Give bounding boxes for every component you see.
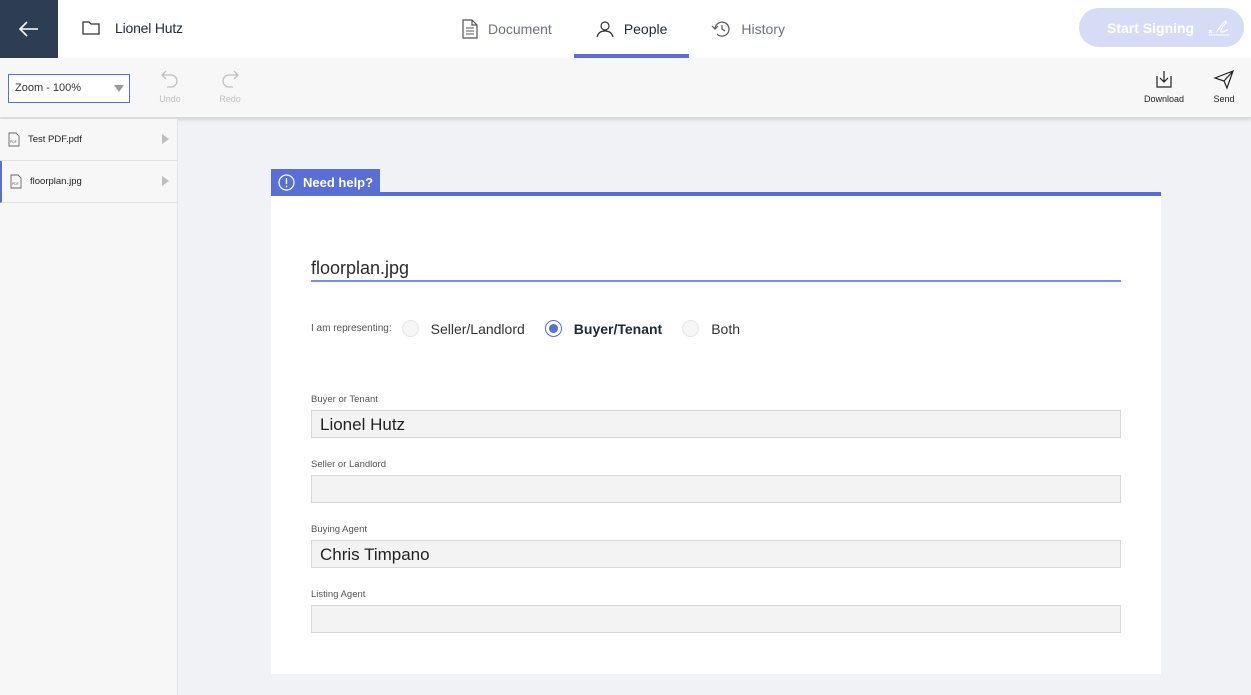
start-signing-label: Start Signing bbox=[1107, 19, 1195, 36]
buyer-tenant-label: Buyer or Tenant bbox=[311, 394, 378, 405]
help-label: Need help? bbox=[303, 174, 374, 190]
representing-group: I am representing: Seller/Landlord Buyer… bbox=[311, 320, 760, 337]
option-seller-landlord-label: Seller/Landlord bbox=[430, 320, 525, 337]
person-icon bbox=[596, 21, 614, 38]
tab-people[interactable]: People bbox=[573, 0, 690, 58]
redo-button[interactable]: Redo bbox=[205, 68, 255, 104]
download-icon bbox=[1156, 71, 1172, 88]
main-tabs: Document People History bbox=[440, 0, 807, 58]
radio-seller-landlord[interactable] bbox=[401, 320, 419, 337]
back-button[interactable] bbox=[0, 0, 58, 58]
document-name-input[interactable]: floorplan.jpg bbox=[311, 258, 1121, 282]
zoom-value: Zoom - 100% bbox=[15, 82, 82, 94]
chevron-down-icon bbox=[114, 85, 124, 92]
buying-agent-field[interactable]: Chris Timpano bbox=[311, 540, 1121, 568]
project-title: Lionel Hutz bbox=[115, 20, 183, 36]
option-buyer-tenant-label: Buyer/Tenant bbox=[573, 320, 663, 337]
document-icon bbox=[462, 19, 478, 39]
pdf-file-icon: PDF bbox=[10, 174, 22, 189]
file-name: Test PDF.pdf bbox=[28, 134, 82, 145]
tab-history-label: History bbox=[741, 21, 785, 37]
tab-history[interactable]: History bbox=[689, 0, 807, 58]
undo-button[interactable]: Undo bbox=[145, 68, 195, 104]
redo-icon bbox=[222, 70, 239, 88]
tab-document-label: Document bbox=[488, 21, 552, 37]
svg-text:PDF: PDF bbox=[10, 140, 17, 144]
toolbar: Zoom - 100% Undo Redo Download Send bbox=[0, 58, 1251, 118]
buyer-tenant-field[interactable]: Lionel Hutz bbox=[311, 410, 1121, 438]
tab-people-label: People bbox=[623, 21, 668, 37]
send-label: Send bbox=[1213, 94, 1235, 104]
redo-label: Redo bbox=[219, 94, 241, 104]
undo-icon bbox=[161, 70, 178, 88]
chevron-right-icon bbox=[162, 134, 169, 144]
download-button[interactable]: Download bbox=[1139, 68, 1189, 104]
history-icon bbox=[711, 21, 730, 37]
arrow-left-icon bbox=[19, 21, 38, 37]
buying-agent-label: Buying Agent bbox=[311, 524, 367, 535]
radio-both[interactable] bbox=[682, 320, 700, 337]
file-item-floorplan[interactable]: PDF floorplan.jpg bbox=[0, 161, 177, 203]
seller-landlord-label: Seller or Landlord bbox=[311, 459, 386, 470]
radio-buyer-tenant[interactable] bbox=[544, 320, 562, 337]
start-signing-button[interactable]: Start Signing bbox=[1079, 8, 1244, 47]
folder-icon bbox=[82, 21, 100, 35]
svg-text:PDF: PDF bbox=[12, 182, 19, 186]
info-icon bbox=[278, 173, 295, 191]
send-icon bbox=[1213, 69, 1235, 90]
listing-agent-label: Listing Agent bbox=[311, 589, 366, 600]
representing-label: I am representing: bbox=[311, 323, 392, 334]
pdf-file-icon: PDF bbox=[8, 132, 20, 147]
chevron-right-icon bbox=[162, 176, 169, 186]
option-both-label: Both bbox=[711, 320, 741, 337]
people-card: floorplan.jpg I am representing: Seller/… bbox=[271, 192, 1161, 674]
listing-agent-field[interactable] bbox=[311, 605, 1121, 633]
file-sidebar: PDF Test PDF.pdf PDF floorplan.jpg bbox=[0, 119, 178, 695]
top-bar: Lionel Hutz Document People History Star… bbox=[0, 0, 1251, 58]
zoom-select[interactable]: Zoom - 100% bbox=[8, 74, 130, 103]
seller-landlord-field[interactable] bbox=[311, 475, 1121, 503]
file-name: floorplan.jpg bbox=[30, 176, 82, 187]
download-label: Download bbox=[1143, 94, 1185, 104]
send-button[interactable]: Send bbox=[1199, 68, 1249, 104]
signature-icon bbox=[1208, 20, 1229, 36]
undo-label: Undo bbox=[159, 94, 181, 104]
tab-document[interactable]: Document bbox=[440, 0, 574, 58]
file-item-test-pdf[interactable]: PDF Test PDF.pdf bbox=[0, 119, 177, 161]
